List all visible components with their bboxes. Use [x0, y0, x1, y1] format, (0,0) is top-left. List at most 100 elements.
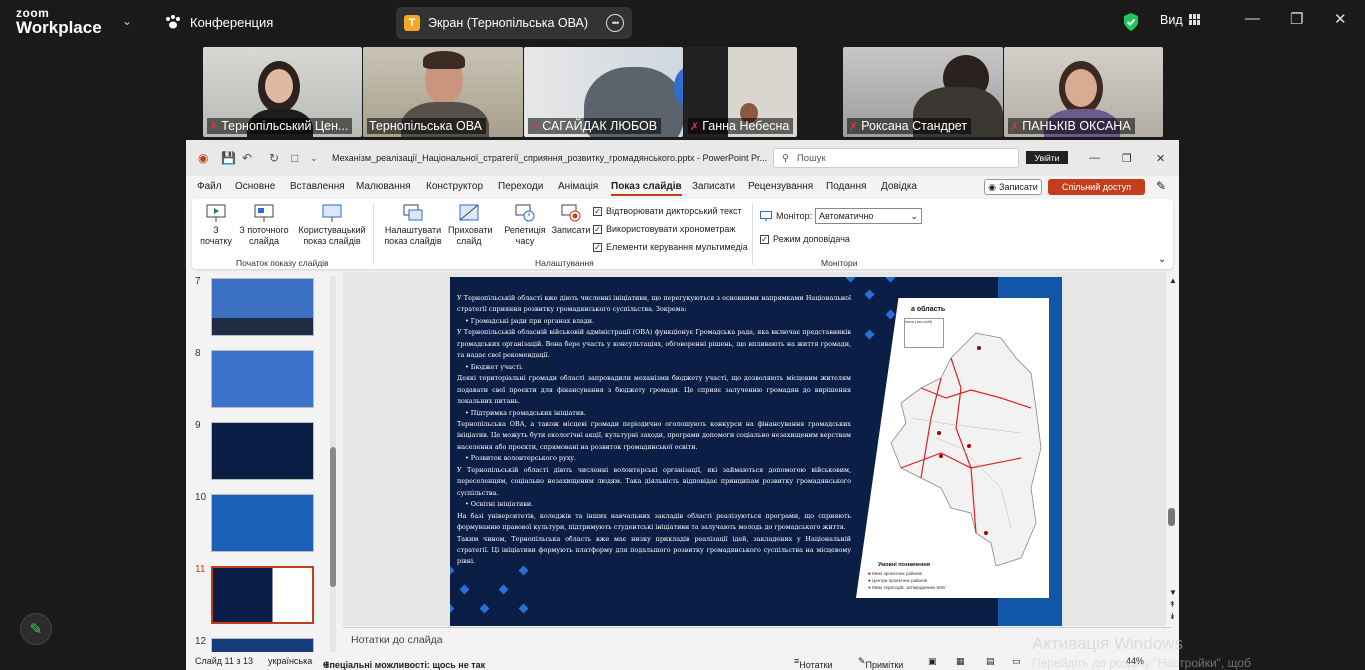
- slide-thumbnail[interactable]: [211, 278, 314, 336]
- undo-icon[interactable]: ↶: [242, 151, 252, 165]
- previous-slide-icon[interactable]: ↟: [1169, 600, 1176, 609]
- legend-item: ■ Межі проектних районів: [868, 571, 922, 576]
- presenter-view-checkbox[interactable]: ✓ Режим доповідача: [760, 234, 850, 244]
- annotate-pen-button[interactable]: ✎: [20, 613, 52, 645]
- slide-scrollbar-thumb[interactable]: [1168, 508, 1175, 526]
- scroll-down-icon[interactable]: ▼: [1169, 588, 1177, 597]
- powerpoint-window: ◉ 💾 ↶ ↻ □ ⌄ Механізм_реалізації_Націонал…: [186, 140, 1179, 670]
- slideshow-view-icon[interactable]: ▭: [1012, 656, 1021, 667]
- slide-thumbnail[interactable]: [211, 638, 314, 652]
- share-badge: T: [404, 15, 420, 31]
- record-icon: ◉: [988, 181, 997, 192]
- slide[interactable]: а область ення (тис.осіб) Умовні позначе…: [450, 277, 1062, 626]
- save-icon[interactable]: 💾: [221, 151, 236, 165]
- use-timings-checkbox[interactable]: ✓ Використовувати хронометраж: [593, 224, 735, 234]
- tab-transitions[interactable]: Переходи: [498, 181, 543, 192]
- screen-share-indicator[interactable]: T Экран (Тернопільська ОВА) •••: [396, 7, 632, 39]
- slide-thumbnail[interactable]: [211, 350, 314, 408]
- rehearse-timings-button[interactable]: Репетиція часу: [501, 203, 549, 247]
- signin-button[interactable]: Увійти: [1026, 151, 1068, 164]
- slide-sorter-icon[interactable]: ▦: [956, 656, 965, 667]
- paw-icon: [166, 15, 180, 29]
- powerpoint-icon: ◉: [198, 151, 209, 165]
- media-controls-checkbox[interactable]: ✓ Елементи керування мультимедіа: [593, 242, 748, 252]
- search-input[interactable]: ⚲ Пошук: [773, 148, 1019, 168]
- slideshow-icon[interactable]: □: [291, 151, 298, 165]
- mic-muted-icon: ✗: [849, 120, 859, 133]
- normal-view-icon[interactable]: ▣: [928, 656, 937, 667]
- from-start-button[interactable]: З початку: [199, 203, 233, 247]
- customize-qat-icon[interactable]: ⌄: [310, 153, 318, 164]
- participant-tile[interactable]: ✗ Тернопільський Цен...: [203, 47, 362, 137]
- notes-toggle[interactable]: ≡ Нотатки: [794, 656, 833, 670]
- language-indicator[interactable]: українська: [268, 656, 312, 666]
- comments-toggle[interactable]: ✎ Примітки: [858, 656, 903, 670]
- slide-paragraph: У Тернопільській обласній військовій адм…: [457, 328, 851, 360]
- tab-record[interactable]: Записати: [692, 181, 735, 192]
- scroll-up-icon[interactable]: ▲: [1169, 276, 1177, 285]
- decor-diamond: [885, 309, 896, 320]
- participant-tile-active[interactable]: Тернопільська ОВА: [363, 47, 523, 137]
- windows-activation-hint: Перейдіть до розділу "Настройки", щоб: [1032, 656, 1251, 670]
- monitor-icon: [760, 211, 772, 221]
- decor-diamond: [459, 584, 470, 595]
- play-narrations-checkbox[interactable]: ✓ Відтворювати дикторський текст: [593, 206, 742, 216]
- share-button[interactable]: Спільний доступ: [1048, 179, 1145, 195]
- tab-view[interactable]: Подання: [826, 181, 866, 192]
- participant-tile[interactable]: ✗ Ганна Небесна: [684, 47, 797, 137]
- slide-paragraph: Таким чином, Тернопільська область вже м…: [457, 534, 851, 566]
- slide-bullet: • Освітні ініціативи.: [465, 500, 534, 509]
- record-slideshow-button[interactable]: Записати: [551, 203, 591, 236]
- more-icon[interactable]: •••: [606, 14, 624, 32]
- meeting-button[interactable]: Конференция: [164, 14, 273, 30]
- decor-diamond: [864, 289, 875, 300]
- minimize-icon[interactable]: —: [1089, 152, 1100, 164]
- tab-file[interactable]: Файл: [197, 181, 222, 192]
- tab-design[interactable]: Конструктор: [426, 181, 483, 192]
- from-current-button[interactable]: З поточного слайда: [236, 203, 292, 247]
- slide-counter: Слайд 11 з 13: [195, 656, 254, 666]
- next-slide-icon[interactable]: ↡: [1169, 612, 1176, 621]
- record-button[interactable]: ◉ Записати: [984, 179, 1042, 195]
- tab-draw[interactable]: Малювання: [356, 181, 411, 192]
- mic-muted-icon: ✗: [209, 120, 219, 133]
- decor-diamond: [498, 584, 509, 595]
- restore-icon[interactable]: ❐: [1122, 152, 1132, 165]
- play-from-start-icon: [206, 204, 226, 222]
- tab-slideshow[interactable]: Показ слайдів: [611, 181, 682, 196]
- slide-scrollbar[interactable]: ▲ ▼ ↟ ↡: [1166, 272, 1179, 626]
- tab-animations[interactable]: Анімація: [558, 181, 598, 192]
- slide-canvas: а область ення (тис.осіб) Умовні позначе…: [343, 272, 1171, 626]
- participant-tile[interactable]: ✗ ПАНЬКІВ ОКСАНА: [1004, 47, 1163, 137]
- comment-icon[interactable]: ✎: [1156, 179, 1166, 193]
- thumbnail-scrollbar-thumb[interactable]: [330, 447, 336, 587]
- decor-diamond: [885, 277, 896, 283]
- close-icon[interactable]: ✕: [1334, 10, 1347, 28]
- ribbon-tabs: Файл Основне Вставлення Малювання Констр…: [186, 176, 1179, 198]
- chevron-down-icon[interactable]: ⌄: [122, 14, 132, 28]
- participant-tile[interactable]: ✗ Роксана Стандрет: [843, 47, 1003, 137]
- slide-thumbnail[interactable]: [211, 494, 314, 552]
- restore-icon[interactable]: ❐: [1290, 10, 1303, 28]
- tab-help[interactable]: Довідка: [881, 181, 917, 192]
- slide-thumbnail-selected[interactable]: [211, 566, 314, 624]
- setup-show-button[interactable]: Налаштувати показ слайдів: [381, 203, 445, 247]
- participant-tile[interactable]: ✗ САГАЙДАК ЛЮБОВ: [524, 47, 683, 137]
- setup-show-icon: [403, 204, 423, 221]
- hide-slide-button[interactable]: Приховати слайд: [448, 203, 493, 247]
- monitor-select[interactable]: Автоматично ⌄: [815, 208, 922, 224]
- shield-check-icon[interactable]: [1122, 12, 1140, 32]
- collapse-ribbon-icon[interactable]: ⌄: [1158, 254, 1166, 265]
- minimize-icon[interactable]: —: [1245, 10, 1260, 27]
- reading-view-icon[interactable]: ▤: [986, 656, 995, 667]
- view-button[interactable]: Вид: [1160, 13, 1201, 27]
- pen-icon: ✎: [29, 621, 43, 638]
- tab-insert[interactable]: Вставлення: [290, 181, 345, 192]
- tab-home[interactable]: Основне: [235, 181, 275, 192]
- tab-review[interactable]: Рецензування: [748, 181, 813, 192]
- custom-show-button[interactable]: Користувацький показ слайдів: [298, 203, 366, 247]
- slide-thumbnail[interactable]: [211, 422, 314, 480]
- redo-icon[interactable]: ↻: [269, 151, 279, 165]
- zoom-logo[interactable]: zoom Workplace: [16, 7, 102, 36]
- close-icon[interactable]: ✕: [1156, 152, 1165, 165]
